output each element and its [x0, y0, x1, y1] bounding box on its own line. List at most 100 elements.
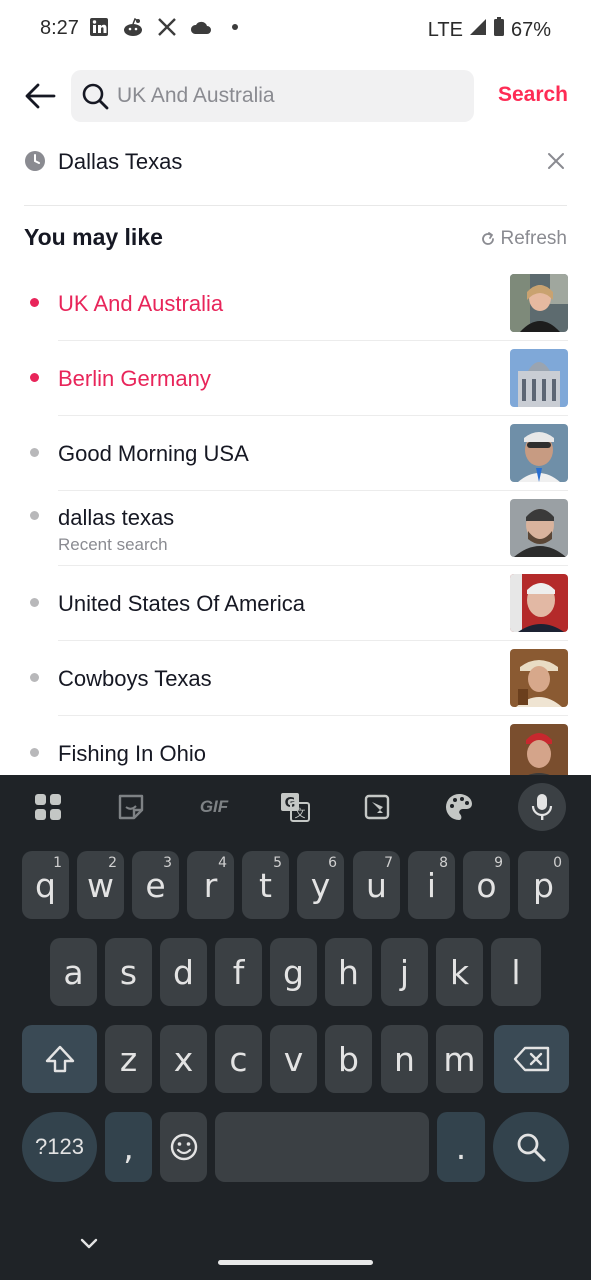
- keyboard-toolbar: GIF G文: [0, 775, 591, 839]
- key-i[interactable]: i8: [408, 851, 455, 919]
- key-g[interactable]: g: [270, 938, 317, 1006]
- key-q[interactable]: q1: [22, 851, 69, 919]
- more-notifications-dot-icon: [224, 16, 246, 38]
- shift-key[interactable]: [22, 1025, 97, 1093]
- backspace-key[interactable]: [494, 1025, 569, 1093]
- apps-grid-icon[interactable]: [32, 791, 64, 823]
- key-r[interactable]: r4: [187, 851, 234, 919]
- back-button[interactable]: [22, 78, 58, 114]
- trending-dot: [30, 373, 39, 382]
- linkedin-icon: [88, 16, 110, 38]
- search-header: Search: [0, 70, 591, 122]
- x-icon: [156, 16, 178, 38]
- key-hint: 4: [218, 855, 227, 871]
- symbols-key[interactable]: ?123: [22, 1112, 97, 1182]
- key-e[interactable]: e3: [132, 851, 179, 919]
- backspace-icon: [513, 1046, 549, 1072]
- home-indicator[interactable]: [218, 1260, 373, 1265]
- status-right: LTE 67%: [428, 17, 551, 43]
- gif-button[interactable]: GIF: [196, 791, 232, 823]
- search-input[interactable]: [117, 84, 447, 108]
- key-v[interactable]: v: [270, 1025, 317, 1093]
- suggestion-list: UK And Australia Berlin Germany Good Mor…: [0, 266, 591, 791]
- key-hint: 6: [328, 855, 337, 871]
- key-l[interactable]: l: [491, 938, 541, 1006]
- key-hint: 1: [53, 855, 62, 871]
- suggestion-text: Good Morning USA: [58, 441, 249, 466]
- key-n[interactable]: n: [381, 1025, 428, 1093]
- key-k[interactable]: k: [436, 938, 483, 1006]
- key-label: p: [533, 865, 554, 905]
- key-h[interactable]: h: [325, 938, 372, 1006]
- sticker-icon[interactable]: [115, 791, 147, 823]
- signal-icon: [469, 18, 487, 42]
- suggestion-item[interactable]: Good Morning USA: [0, 416, 591, 491]
- battery-percent: 67%: [510, 18, 551, 41]
- translate-icon[interactable]: G文: [279, 791, 311, 823]
- suggestion-text: UK And Australia: [58, 291, 224, 316]
- search-icon: [82, 83, 109, 110]
- search-key[interactable]: [493, 1112, 569, 1182]
- key-p[interactable]: p0: [518, 851, 569, 919]
- key-t[interactable]: t5: [242, 851, 289, 919]
- refresh-button[interactable]: Refresh: [480, 228, 567, 250]
- hide-keyboard-chevron-icon[interactable]: [79, 1237, 99, 1251]
- key-w[interactable]: w2: [77, 851, 124, 919]
- space-key[interactable]: [215, 1112, 429, 1182]
- key-c[interactable]: c: [215, 1025, 262, 1093]
- bullet-dot: [30, 511, 39, 520]
- key-hint: 7: [384, 855, 393, 871]
- key-x[interactable]: x: [160, 1025, 207, 1093]
- status-time: 8:27: [40, 17, 79, 39]
- suggestion-thumbnail: [510, 499, 568, 557]
- key-hint: 3: [163, 855, 172, 871]
- key-hint: 9: [494, 855, 503, 871]
- key-j[interactable]: j: [381, 938, 428, 1006]
- suggestion-item[interactable]: Berlin Germany: [0, 341, 591, 416]
- recent-search-row[interactable]: Dallas Texas: [0, 140, 591, 206]
- key-label: w: [87, 865, 114, 905]
- key-a[interactable]: a: [50, 938, 97, 1006]
- suggestion-thumbnail: [510, 574, 568, 632]
- period-key[interactable]: .: [437, 1112, 485, 1182]
- recent-search-label: Dallas Texas: [58, 149, 183, 174]
- suggestion-item[interactable]: dallas texas Recent search: [0, 491, 591, 566]
- suggestion-text: dallas texas: [58, 505, 175, 530]
- reddit-icon: [122, 16, 144, 38]
- clipboard-screenshot-icon[interactable]: [361, 791, 393, 823]
- search-button[interactable]: Search: [498, 83, 568, 107]
- key-o[interactable]: o9: [463, 851, 510, 919]
- battery-icon: [493, 17, 505, 43]
- suggestion-subtext: Recent search: [58, 535, 168, 554]
- close-icon[interactable]: [545, 150, 567, 172]
- key-b[interactable]: b: [325, 1025, 372, 1093]
- key-s[interactable]: s: [105, 938, 152, 1006]
- emoji-key[interactable]: [160, 1112, 207, 1182]
- key-hint: 2: [108, 855, 117, 871]
- suggestion-text: Fishing In Ohio: [58, 741, 206, 766]
- key-label: i: [426, 865, 437, 905]
- suggestion-thumbnail: [510, 724, 568, 782]
- refresh-label: Refresh: [500, 228, 567, 249]
- key-z[interactable]: z: [105, 1025, 152, 1093]
- suggestion-item[interactable]: Cowboys Texas: [0, 641, 591, 716]
- keyboard: GIF G文 q1 w2 e3 r4 t5 y6 u7 i8 o9 p0 a s…: [0, 775, 591, 1280]
- emoji-icon: [170, 1133, 197, 1161]
- key-u[interactable]: u7: [353, 851, 400, 919]
- key-d[interactable]: d: [160, 938, 207, 1006]
- palette-icon[interactable]: [443, 791, 475, 823]
- key-hint: 5: [273, 855, 282, 871]
- network-label: LTE: [427, 18, 463, 41]
- mic-icon: [531, 794, 553, 820]
- mic-button[interactable]: [518, 783, 566, 831]
- suggestion-item[interactable]: UK And Australia: [0, 266, 591, 341]
- comma-key[interactable]: ,: [105, 1112, 152, 1182]
- key-f[interactable]: f: [215, 938, 262, 1006]
- search-box[interactable]: [71, 70, 474, 122]
- key-hint: 8: [439, 855, 448, 871]
- refresh-icon: [482, 232, 495, 245]
- suggestion-item[interactable]: United States Of America: [0, 566, 591, 641]
- key-y[interactable]: y6: [297, 851, 344, 919]
- notification-icons: [88, 16, 246, 38]
- key-m[interactable]: m: [436, 1025, 483, 1093]
